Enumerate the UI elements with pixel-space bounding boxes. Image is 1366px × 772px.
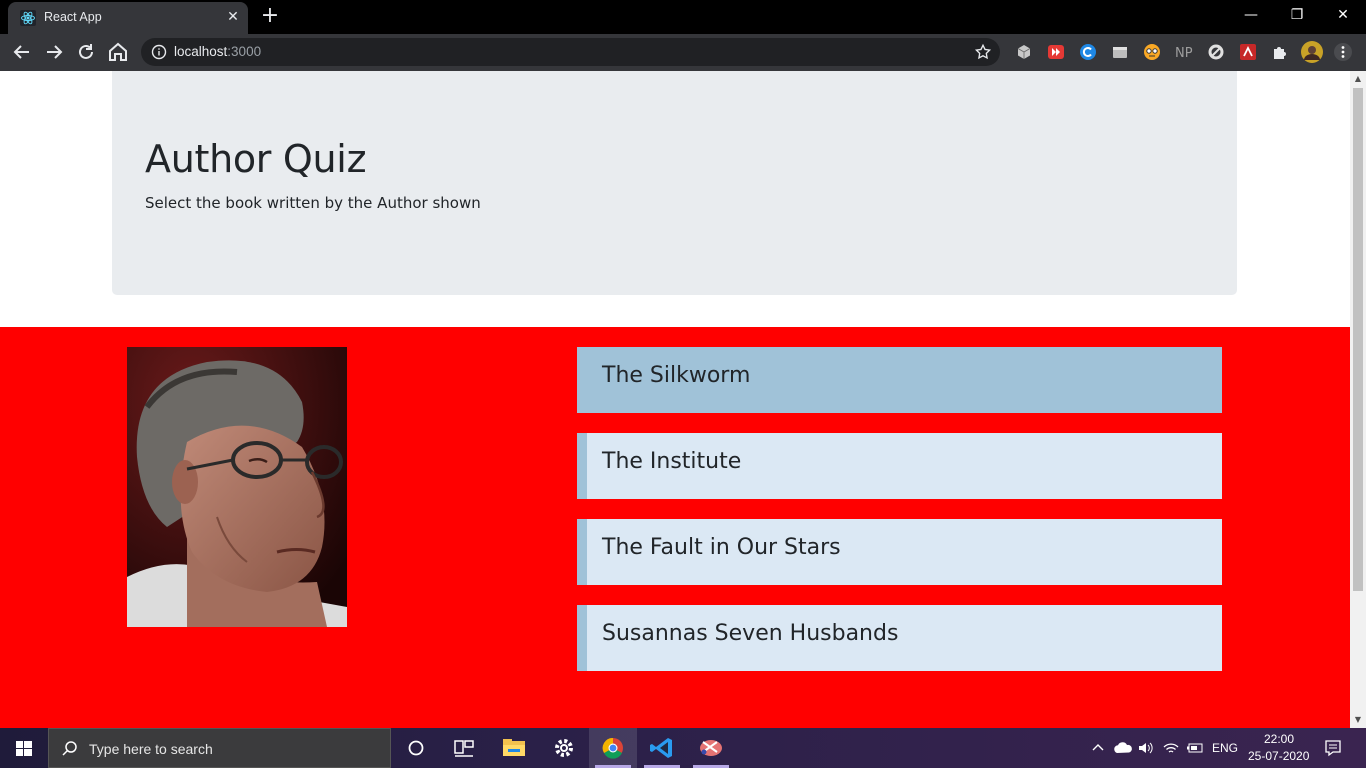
answer-label: Susannas Seven Husbands	[602, 621, 899, 646]
window-extension-icon[interactable]	[1111, 43, 1129, 61]
address-bar[interactable]: localhost:3000	[141, 38, 1000, 66]
answer-option[interactable]: The Fault in Our Stars	[577, 519, 1222, 585]
page-scrollbar[interactable]: ▲ ▼	[1350, 71, 1366, 728]
wifi-icon[interactable]	[1163, 741, 1179, 755]
language-indicator[interactable]: ENG	[1212, 741, 1238, 755]
scroll-thumb[interactable]	[1353, 88, 1363, 591]
home-icon[interactable]	[106, 40, 130, 64]
page-subtitle: Select the book written by the Author sh…	[145, 194, 481, 212]
answer-label: The Silkworm	[602, 363, 751, 388]
browser-tab[interactable]: React App ✕	[8, 2, 248, 34]
windows-start-icon[interactable]	[0, 728, 48, 768]
task-view-icon[interactable]	[440, 728, 488, 768]
browser-toolbar: localhost:3000 NP	[0, 34, 1366, 71]
bookmark-star-icon[interactable]	[974, 43, 992, 61]
browser-titlebar: React App ✕ + — ❐ ✕	[0, 0, 1366, 34]
cortana-icon[interactable]	[392, 728, 440, 768]
np-extension-icon[interactable]: NP	[1174, 43, 1196, 61]
settings-gear-icon[interactable]	[540, 728, 588, 768]
tab-close-icon[interactable]: ✕	[224, 8, 242, 26]
answer-label: The Fault in Our Stars	[602, 535, 841, 560]
answer-option[interactable]: The Institute	[577, 433, 1222, 499]
svg-text:NP: NP	[1175, 46, 1193, 61]
browser-menu-icon[interactable]	[1334, 43, 1352, 61]
answer-option[interactable]: The Silkworm	[577, 347, 1222, 413]
volume-icon[interactable]	[1138, 741, 1154, 755]
answer-label: The Institute	[602, 449, 742, 474]
quiz-header: Author Quiz Select the book written by t…	[112, 71, 1237, 295]
restore-icon[interactable]: ❐	[1274, 0, 1320, 30]
video-extension-icon[interactable]	[1047, 43, 1065, 61]
author-image	[127, 347, 347, 627]
back-icon[interactable]	[10, 40, 34, 64]
url-port: :3000	[227, 44, 262, 59]
block-extension-icon[interactable]	[1207, 43, 1225, 61]
snip-tool-taskbar-icon[interactable]	[687, 728, 735, 768]
react-logo-icon	[20, 10, 36, 26]
close-window-icon[interactable]: ✕	[1320, 0, 1366, 30]
answer-option[interactable]: Susannas Seven Husbands	[577, 605, 1222, 671]
c-extension-icon[interactable]	[1079, 43, 1097, 61]
tab-title: React App	[44, 10, 102, 24]
red-extension-icon[interactable]	[1239, 43, 1257, 61]
clock-time[interactable]: 22:00	[1264, 732, 1294, 746]
profile-avatar-icon[interactable]	[1301, 41, 1323, 63]
tray-chevron-up-icon[interactable]	[1091, 741, 1105, 755]
info-icon[interactable]	[151, 44, 167, 60]
scroll-up-arrow-icon[interactable]: ▲	[1350, 71, 1366, 87]
chrome-taskbar-icon[interactable]	[589, 728, 637, 768]
vscode-taskbar-icon[interactable]	[638, 728, 686, 768]
forward-icon[interactable]	[42, 40, 66, 64]
cube-extension-icon[interactable]	[1015, 43, 1033, 61]
page-title: Author Quiz	[145, 137, 367, 181]
search-icon	[62, 741, 77, 756]
search-placeholder: Type here to search	[89, 741, 213, 757]
windows-taskbar: Type here to search ENG 22:00 25-07-2020	[0, 728, 1366, 768]
file-explorer-icon[interactable]	[490, 728, 538, 768]
page-viewport: Author Quiz Select the book written by t…	[0, 71, 1350, 728]
reload-icon[interactable]	[74, 40, 98, 64]
url-host: localhost	[174, 44, 228, 59]
author-portrait	[127, 347, 347, 627]
onedrive-cloud-icon[interactable]	[1113, 741, 1133, 755]
quiz-turn-row: The Silkworm The Institute The Fault in …	[0, 327, 1350, 728]
url-text[interactable]: localhost:3000	[174, 44, 261, 59]
battery-icon[interactable]	[1186, 741, 1204, 755]
minimize-icon[interactable]: —	[1228, 0, 1274, 30]
clock-date[interactable]: 25-07-2020	[1248, 749, 1309, 763]
scroll-down-arrow-icon[interactable]: ▼	[1350, 712, 1366, 728]
face-extension-icon[interactable]	[1143, 43, 1161, 61]
new-tab-icon[interactable]: +	[259, 5, 281, 27]
taskbar-search[interactable]: Type here to search	[48, 728, 391, 768]
extensions-puzzle-icon[interactable]	[1271, 43, 1289, 61]
notification-center-icon[interactable]	[1324, 739, 1342, 757]
